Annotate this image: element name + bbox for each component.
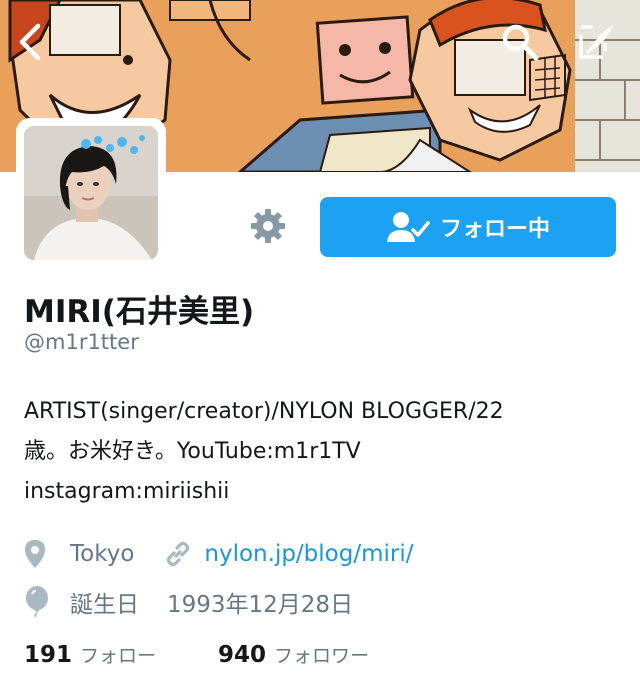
bio-line: ARTIST(singer/creator)/NYLON BLOGGER/22 (24, 399, 504, 424)
back-button[interactable] (6, 18, 54, 66)
link-icon (164, 540, 192, 568)
following-count: 191 (24, 642, 73, 668)
birthday-label: 誕生日 (70, 592, 139, 618)
user-check-icon (386, 212, 430, 242)
followers-label: フォロワー (274, 645, 370, 667)
bio-line: 歳。お米好き。YouTube:m1r1TV (24, 439, 361, 464)
compose-tweet-button[interactable] (572, 18, 620, 66)
birthday-row: 誕生日 1993年12月28日 (24, 584, 353, 620)
follow-stats: 191 フォロー 940 フォロワー (24, 641, 369, 668)
location-pin-icon (24, 539, 56, 569)
birthday-value: 1993年12月28日 (167, 592, 354, 618)
avatar-photo (24, 126, 158, 260)
following-label: フォロー (80, 645, 157, 667)
website-link[interactable]: nylon.jp/blog/miri/ (204, 541, 413, 567)
followers-count: 940 (218, 642, 267, 668)
search-icon (502, 24, 539, 61)
balloon-icon (24, 586, 56, 618)
location-website-row: Tokyo nylon.jp/blog/miri/ (24, 536, 413, 572)
chevron-left-icon (19, 23, 41, 61)
bio-line: instagram:miriishii (24, 479, 230, 504)
gear-icon (251, 209, 285, 243)
followers-stat[interactable]: 940 フォロワー (218, 641, 369, 668)
location-text: Tokyo (70, 541, 135, 567)
compose-icon (579, 25, 613, 59)
search-button[interactable] (496, 18, 544, 66)
profile-handle: @m1r1tter (24, 330, 139, 354)
profile-bio: ARTIST(singer/creator)/NYLON BLOGGER/22 … (24, 392, 624, 512)
avatar[interactable] (24, 126, 158, 260)
settings-button[interactable] (246, 204, 290, 248)
following-button[interactable]: フォロー中 (320, 197, 616, 257)
following-button-label: フォロー中 (439, 217, 550, 242)
profile-name: MIRI(石井美里) (24, 294, 255, 330)
following-stat[interactable]: 191 フォロー (24, 641, 156, 668)
avatar-frame (16, 118, 166, 268)
